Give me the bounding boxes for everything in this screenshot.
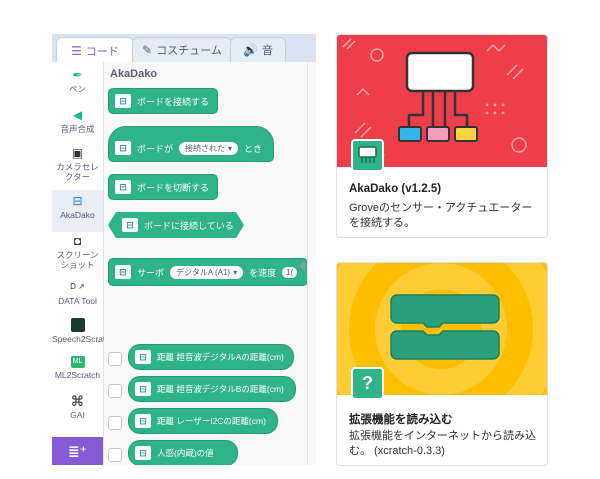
palette-category-title: AkaDako: [110, 68, 158, 80]
akadako-icon: ⊟: [72, 194, 83, 208]
board-icon: ⊟: [135, 446, 151, 460]
category-screenshot[interactable]: ◘ スクリーンショット: [52, 234, 103, 270]
block-is-board-connected-label: ボードに接続している: [144, 220, 234, 231]
block-is-board-connected[interactable]: ⊟ ボードに接続している: [108, 212, 244, 238]
card-description: Groveのセンサー・アクチュエーターを接続する。: [349, 202, 533, 229]
category-gai[interactable]: ⌘ GAI: [52, 394, 103, 420]
question-mark-icon: ?: [351, 367, 384, 400]
collapse-arrow-icon[interactable]: [299, 261, 305, 271]
servo-speed-input[interactable]: 1(: [282, 266, 298, 278]
block-distance-laser-label: 距離 レーザーI2Cの距離(cm): [157, 416, 266, 426]
speech-icon: ◀: [72, 108, 83, 122]
block-disconnect-board[interactable]: ⊟ ボードを切断する: [108, 174, 218, 200]
checkbox-distance-laser[interactable]: [108, 416, 122, 430]
board-icon: ⊟: [135, 382, 151, 396]
board-icon: ⊟: [115, 141, 131, 155]
block-when-board[interactable]: ⊟ ボードが 接続された ▾ とき: [108, 126, 274, 162]
tab-sounds[interactable]: 🔊 音: [230, 37, 286, 62]
chevron-down-icon: ▾: [228, 143, 233, 153]
block-motion-label: 人感(内蔵)の値: [157, 448, 214, 458]
block-servo-speed-label: を速度: [249, 267, 277, 278]
block-distance-a[interactable]: ⊟ 距離 超音波デジタルAの距離(cm): [128, 344, 294, 370]
category-camera-selector[interactable]: ▣ カメラセレクター: [52, 146, 103, 182]
board-icon: ⊟: [135, 350, 151, 364]
editor-tab-bar: ☰ コード ✎ コスチューム 🔊 音: [52, 34, 316, 63]
block-servo-label: サーボ: [137, 267, 165, 278]
tab-code-label: コード: [85, 45, 119, 58]
category-speech2scratch[interactable]: Speech2Scratch: [52, 318, 114, 344]
block-distance-laser[interactable]: ⊟ 距離 レーザーI2Cの距離(cm): [128, 408, 278, 434]
board-icon: ⊟: [115, 265, 131, 279]
add-extension-icon: ≣⁺: [67, 442, 88, 459]
category-ml2scratch[interactable]: ML ML2Scratch: [52, 356, 103, 380]
checkbox-motion[interactable]: [108, 448, 122, 462]
board-icon: ⊟: [115, 94, 131, 108]
extension-card-akadako[interactable]: AkaDako (v1.2.5) Groveのセンサー・アクチュエーターを接続す…: [336, 34, 548, 238]
screenshot-icon: ◘: [73, 234, 82, 248]
board-icon: ⊟: [122, 218, 138, 232]
camera-icon: ▣: [71, 146, 84, 160]
category-text2speech-label: 音声合成: [60, 124, 95, 134]
board-state-dropdown[interactable]: 接続された ▾: [179, 141, 239, 155]
servo-pin-value: デジタルA (A1): [176, 267, 231, 277]
block-when-board-suffix: とき: [244, 143, 263, 154]
tab-costumes[interactable]: ✎ コスチューム: [132, 37, 232, 62]
block-palette: AkaDako ✓ ⊟ ボードを接続する ⊟ ボードが 接続された ▾ とき ⊟…: [104, 62, 316, 465]
category-akadako-label: AkaDako: [60, 210, 95, 220]
category-screenshot-label: スクリーンショット: [56, 250, 99, 270]
tab-sounds-label: 音: [261, 45, 273, 57]
board-icon: [358, 146, 377, 163]
category-ml2scratch-label: ML2Scratch: [54, 370, 101, 380]
card-title: 拡張機能を読み込む: [349, 414, 453, 426]
block-motion[interactable]: ⊟ 人感(内蔵)の値: [128, 440, 238, 465]
akadako-badge: [351, 139, 384, 172]
block-distance-b[interactable]: ⊟ 距離 超音波デジタルBの距離(cm): [128, 376, 296, 402]
gai-icon: ⌘: [70, 393, 85, 409]
block-distance-a-label: 距離 超音波デジタルAの距離(cm): [157, 352, 284, 362]
extension-card-load-extension[interactable]: ? 拡張機能を読み込む 拡張機能をインターネットから読み込む。 (xcratch…: [336, 262, 548, 466]
scratch-editor: ☰ コード ✎ コスチューム 🔊 音 ✒ ペン ◀ 音声合成 ▣ カメラセレクタ…: [52, 34, 316, 465]
palette-scrollbar[interactable]: [307, 62, 316, 465]
chevron-down-icon: ▾: [233, 267, 238, 277]
speaker-icon: 🔊: [243, 43, 258, 57]
block-connect-board-label: ボードを接続する: [137, 96, 210, 107]
category-gai-label: GAI: [70, 410, 85, 420]
block-disconnect-board-label: ボードを切断する: [137, 182, 210, 193]
pen-icon: ✒: [72, 68, 83, 82]
add-extension-button[interactable]: ≣⁺: [52, 437, 103, 465]
block-distance-b-label: 距離 超音波デジタルBの距離(cm): [157, 384, 284, 394]
speech2scratch-icon: [70, 318, 85, 332]
ml2scratch-icon: ML: [70, 356, 85, 368]
category-data-tool-label: DATA Tool: [58, 296, 97, 306]
block-connect-board[interactable]: ⊟ ボードを接続する: [108, 88, 218, 114]
category-menu: ✒ ペン ◀ 音声合成 ▣ カメラセレクター ⊟ AkaDako ◘ スクリーン…: [52, 62, 114, 465]
board-icon: ⊟: [135, 414, 151, 428]
category-camera-selector-label: カメラセレクター: [56, 162, 99, 182]
tab-costumes-label: コスチューム: [156, 45, 222, 57]
category-data-tool[interactable]: D ↗ DATA Tool: [52, 280, 103, 306]
category-akadako[interactable]: ⊟ AkaDako: [52, 190, 103, 232]
card-description: 拡張機能をインターネットから読み込む。 (xcratch-0.3.3): [349, 430, 536, 457]
category-pen-label: ペン: [68, 84, 86, 94]
board-state-value: 接続された: [185, 143, 226, 153]
checkbox-distance-a[interactable]: [108, 352, 122, 366]
category-text2speech[interactable]: ◀ 音声合成: [52, 108, 103, 134]
tab-code[interactable]: ☰ コード: [56, 37, 134, 63]
servo-pin-dropdown[interactable]: デジタルA (A1) ▾: [170, 265, 244, 279]
block-servo[interactable]: ⊟ サーボ デジタルA (A1) ▾ を速度 1(: [108, 258, 308, 286]
checkbox-distance-b[interactable]: [108, 384, 122, 398]
brush-icon: ✎: [142, 43, 153, 57]
data-tool-icon: D ↗: [70, 282, 85, 291]
card-title: AkaDako (v1.2.5): [349, 183, 442, 195]
category-pen[interactable]: ✒ ペン: [52, 68, 103, 94]
code-icon: ☰: [71, 43, 82, 58]
block-when-board-label: ボードが: [137, 143, 174, 154]
board-icon: ⊟: [115, 180, 131, 194]
